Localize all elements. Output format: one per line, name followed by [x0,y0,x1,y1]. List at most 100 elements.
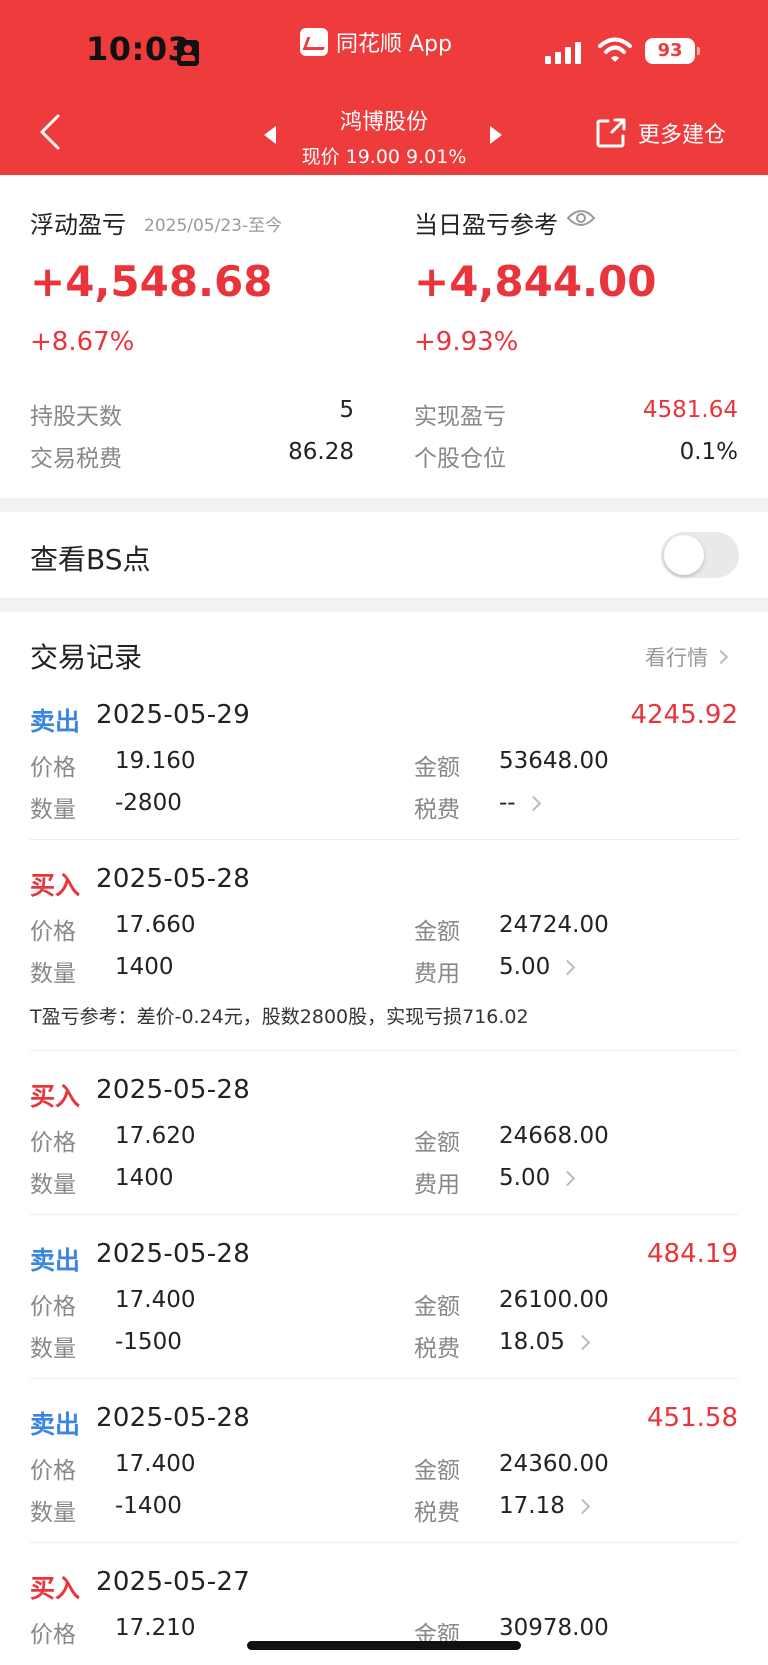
price-label: 价格 [30,919,76,945]
position-ratio-row: 个股仓位 0.1% [414,439,738,473]
trade-profit: 4245.92 [630,700,738,730]
chevron-right-icon [559,1170,576,1186]
quantity-label: 数量 [30,1172,76,1198]
realized-pnl-row: 实现盈亏 4581.64 [414,397,738,431]
daily-pnl-title: 当日盈亏参考 [414,211,558,239]
external-link-icon [596,118,626,148]
app-name: 同花顺 App [336,32,452,57]
section-divider [0,498,768,512]
price-value: 17.620 [115,1123,196,1149]
trade-type: 买入 [30,1082,81,1111]
fee-label: 费用 [414,961,460,987]
app-chip: 同花顺 App [300,26,452,58]
pnl-summary: 浮动盈亏 2025/05/23-至今 +4,548.68 +8.67% 持股天数… [0,175,768,498]
trade-type: 卖出 [30,1410,81,1439]
stat-label: 交易税费 [30,446,122,472]
battery-indicator: 93 [645,38,700,64]
floating-pnl-title: 浮动盈亏 [30,211,126,239]
amount-value: 24360.00 [499,1451,609,1477]
trade-profit: 484.19 [647,1239,738,1269]
record-divider [30,1214,738,1215]
chevron-right-icon [713,649,729,665]
quantity-label: 数量 [30,961,76,987]
quantity-label: 数量 [30,1500,76,1526]
trade-line: 价格 17.660 金额 24724.00 [30,912,738,946]
fee-label: 税费 [414,1500,460,1526]
quantity-value: 1400 [115,954,174,980]
fee-value[interactable]: 18.05 [499,1329,591,1355]
trade-records-header: 交易记录 看行情 [0,612,768,682]
view-market-label: 看行情 [645,646,708,670]
amount-value: 24668.00 [499,1123,609,1149]
fee-value[interactable]: 5.00 [499,1165,576,1191]
chevron-right-icon [574,1334,591,1350]
stat-value: 4581.64 [642,397,738,423]
status-time: 10:03 [86,30,191,68]
view-market-link[interactable]: 看行情 [645,642,729,672]
cellular-signal-icon [545,40,581,64]
record-divider [30,1050,738,1051]
floating-pnl-value: +4,548.68 [30,257,273,306]
amount-label: 金额 [414,1458,460,1484]
fee-value[interactable]: 5.00 [499,954,576,980]
more-positions-button[interactable]: 更多建仓 [594,116,726,150]
stat-value: 86.28 [288,439,354,465]
price-value: 17.400 [115,1287,196,1313]
trade-type: 卖出 [30,1246,81,1275]
trade-line: 价格 17.620 金额 24668.00 [30,1123,738,1157]
chevron-right-icon [525,795,541,811]
floating-pnl-pct: +8.67% [30,327,135,357]
trading-fee-row: 交易税费 86.28 [30,439,354,473]
fee-value[interactable]: -- [499,790,541,816]
price-label: 价格 [30,1130,76,1156]
amount-label: 金额 [414,1294,460,1320]
stat-label: 实现盈亏 [414,404,506,430]
amount-value: 53648.00 [499,748,609,774]
quantity-value: -1400 [115,1493,182,1519]
eye-icon[interactable] [566,208,596,228]
stat-label: 持股天数 [30,404,122,430]
t-pnl-note: T盈亏参考：差价-0.24元，股数2800股，实现亏损716.02 [30,1006,529,1028]
bs-point-toggle[interactable] [661,532,739,578]
record-divider [30,839,738,840]
trade-profit: 451.58 [647,1403,738,1433]
next-stock-icon[interactable] [490,126,502,144]
bs-point-row: 查看BS点 [0,512,768,598]
contact-card-icon [177,40,199,66]
floating-pnl-date: 2025/05/23-至今 [144,216,283,236]
trade-line: 数量 -1400 税费 17.18 [30,1493,738,1527]
trade-line: 价格 19.160 金额 53648.00 [30,748,738,782]
quantity-value: -1500 [115,1329,182,1355]
trade-date: 2025-05-27 [96,1567,251,1597]
trade-date: 2025-05-28 [96,1239,251,1269]
trade-type: 买入 [30,1574,81,1603]
trade-line: 价格 17.400 金额 24360.00 [30,1451,738,1485]
trade-date: 2025-05-29 [96,700,251,730]
quantity-value: 1400 [115,1165,174,1191]
chevron-right-icon [574,1498,591,1514]
price-value: 17.210 [115,1615,196,1641]
fee-label: 费用 [414,1172,460,1198]
price-value: 17.400 [115,1451,196,1477]
amount-value: 30978.00 [499,1615,609,1641]
quantity-label: 数量 [30,1336,76,1362]
quantity-label: 数量 [30,797,76,823]
trade-record-top: 买入 2025-05-28 [30,1075,738,1115]
fee-value[interactable]: 17.18 [499,1493,591,1519]
amount-value: 26100.00 [499,1287,609,1313]
amount-label: 金额 [414,1130,460,1156]
trade-date: 2025-05-28 [96,864,251,894]
daily-pnl-value: +4,844.00 [414,257,657,306]
record-divider [30,1542,738,1543]
quantity-value: -2800 [115,790,182,816]
bs-point-label: 查看BS点 [30,543,151,576]
stat-label: 个股仓位 [414,446,506,472]
amount-label: 金额 [414,755,460,781]
price-value: 19.160 [115,748,196,774]
home-indicator[interactable] [247,1641,521,1650]
section-divider [0,598,768,612]
amount-label: 金额 [414,919,460,945]
stat-value: 5 [339,397,354,423]
price-label: 价格 [30,1458,76,1484]
app-header: 10:03 同花顺 App 93 鸿博股份 现价 19.00 9.01% 更多建… [0,0,768,175]
